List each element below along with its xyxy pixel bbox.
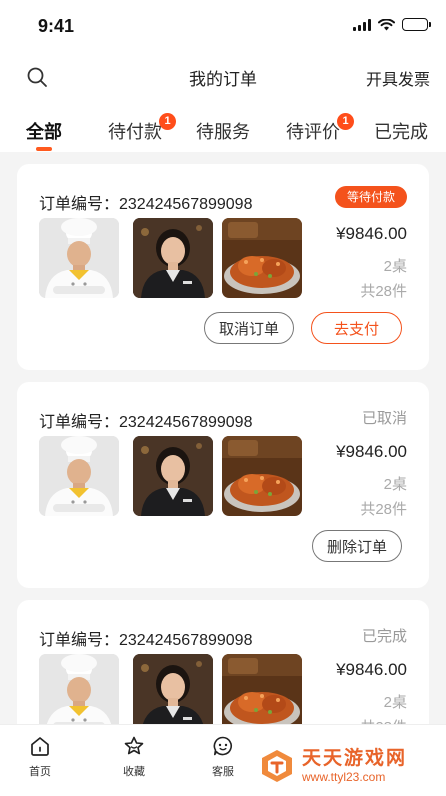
watermark-title: 天天游戏网 [302, 748, 408, 769]
order-price: ¥9846.00 [336, 224, 407, 243]
status-icons [353, 18, 431, 31]
order-item-count: 共28件 [360, 283, 407, 300]
service-icon [213, 736, 232, 756]
dish-image [222, 218, 302, 298]
tabbar-home[interactable]: 首页 [10, 735, 70, 779]
order-price: ¥9846.00 [336, 660, 407, 679]
dish-image [222, 436, 302, 516]
order-price: ¥9846.00 [336, 442, 407, 461]
invoice-button[interactable]: 开具发票 [366, 66, 430, 90]
staff-image [133, 436, 213, 516]
tab-label: 全部 [26, 122, 62, 142]
order-tables: 2桌 [383, 476, 407, 493]
dish-image [222, 654, 302, 734]
tab-all[interactable]: 全部 [26, 118, 62, 144]
order-number: 订单编号：232424567899098 [39, 632, 253, 649]
delete-order-button[interactable]: 删除订单 [312, 530, 403, 562]
nav-bar: 我的订单 开具发票 [0, 52, 446, 100]
tab-label: 待付款 [108, 122, 162, 142]
tab-pending-payment[interactable]: 待付款 1 [108, 113, 176, 144]
order-tabs: 全部 待付款 1 待服务 待评价 1 已完成 [0, 100, 446, 152]
order-tables: 2桌 [383, 258, 407, 275]
tab-pending-review[interactable]: 待评价 1 [286, 113, 354, 144]
staff-image [133, 218, 213, 298]
order-card[interactable]: 订单编号：232424567899098 已取消 ¥9846.00 2桌 共28… [17, 382, 429, 588]
watermark-logo-icon [262, 750, 292, 782]
order-tables: 2桌 [383, 694, 407, 711]
tab-label: 已完成 [374, 122, 428, 142]
tab-completed[interactable]: 已完成 [374, 118, 428, 144]
tab-pending-service[interactable]: 待服务 [196, 118, 250, 144]
tabbar-service[interactable]: 客服 [193, 735, 253, 779]
tab-badge: 1 [159, 113, 176, 130]
tab-active-indicator [36, 147, 52, 151]
watermark-url: www.ttyl23.com [302, 770, 386, 784]
star-icon [124, 736, 144, 755]
tabbar-label: 客服 [212, 766, 234, 778]
status-label: 已完成 [361, 628, 407, 645]
order-number: 订单编号：232424567899098 [39, 196, 253, 213]
wifi-icon [378, 18, 395, 30]
chef-image [39, 654, 119, 734]
tab-label: 待评价 [286, 122, 340, 142]
status-badge: 等待付款 [334, 186, 407, 208]
tabbar-favorites[interactable]: 收藏 [104, 735, 164, 779]
tab-label: 待服务 [196, 122, 250, 142]
pay-button[interactable]: 去支付 [311, 312, 403, 344]
tabbar-label: 首页 [29, 766, 51, 778]
status-label: 已取消 [361, 410, 407, 427]
signal-icon [353, 18, 371, 31]
order-card[interactable]: 订单编号：232424567899098 等待付款 ¥9846.00 2桌 共2… [17, 164, 429, 370]
status-bar: 9:41 [0, 0, 446, 52]
chef-image [39, 436, 119, 516]
cancel-order-button[interactable]: 取消订单 [204, 312, 295, 344]
staff-image [133, 654, 213, 734]
battery-icon [402, 18, 431, 31]
chef-image [39, 218, 119, 298]
site-watermark: 天天游戏网 www.ttyl23.com [258, 742, 438, 790]
tabbar-label: 收藏 [123, 766, 145, 778]
tab-badge: 1 [337, 113, 354, 130]
home-icon [31, 737, 49, 756]
status-time: 9:41 [38, 16, 75, 36]
order-item-count: 共28件 [360, 501, 407, 518]
order-number: 订单编号：232424567899098 [39, 414, 253, 431]
